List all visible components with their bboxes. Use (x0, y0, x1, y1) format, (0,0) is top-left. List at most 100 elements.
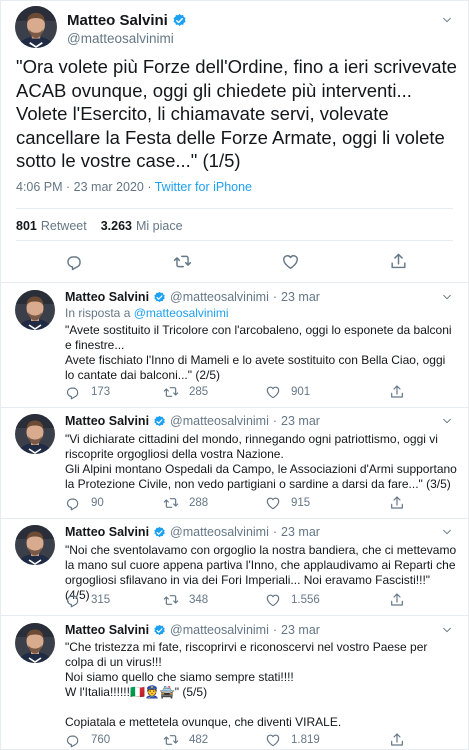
like-icon (265, 495, 281, 511)
separator-dot: · (272, 525, 278, 539)
reply-tweet[interactable]: Matteo Salvini @matteosalvinimi · 23 mar… (1, 621, 468, 750)
avatar-image (15, 525, 55, 565)
author-handle[interactable]: @matteosalvinimi (170, 623, 269, 637)
chevron-down-icon[interactable] (442, 527, 452, 537)
tweet-date[interactable]: 23 mar (281, 414, 320, 428)
reply-actions: 760 482 1.819 (65, 732, 445, 748)
reply-header: Matteo Salvini @matteosalvinimi · 23 mar (65, 525, 320, 539)
reply-count: 315 (91, 594, 111, 606)
author-handle[interactable]: @matteosalvinimi (170, 525, 269, 539)
tweet-source-link[interactable]: Twitter for iPhone (155, 180, 252, 194)
like-count: 1.819 (291, 734, 320, 746)
like-button[interactable]: 901 (265, 384, 310, 400)
tweet-text: "Ora volete più Forze dell'Ordine, fino … (16, 56, 457, 171)
retweet-button[interactable]: 285 (163, 384, 208, 400)
author-handle[interactable]: @matteosalvinimi (170, 290, 269, 304)
retweet-button[interactable]: 288 (163, 495, 208, 511)
retweets-count: 801 (16, 219, 37, 233)
like-icon (265, 384, 281, 400)
tweet-stats: 801 Retweet 3.263 Mi piace (16, 219, 183, 233)
share-button[interactable] (389, 384, 405, 400)
like-count: 1.556 (291, 594, 320, 606)
main-tweet: Matteo Salvini @matteosalvinimi "Ora vol… (1, 1, 468, 281)
reply-actions: 315 348 1.556 (65, 592, 445, 608)
tweet-thread: Matteo Salvini @matteosalvinimi "Ora vol… (0, 0, 469, 750)
reply-tweet[interactable]: Matteo Salvini @matteosalvinimi · 23 mar… (1, 288, 468, 410)
avatar[interactable] (15, 6, 57, 48)
tweet-time[interactable]: 4:06 PM · 23 mar 2020 · (16, 180, 155, 194)
verified-badge-icon (153, 291, 166, 304)
main-tweet-actions (1, 252, 468, 272)
reply-icon[interactable] (65, 252, 84, 271)
separator-dot: · (272, 623, 278, 637)
avatar[interactable] (15, 525, 55, 565)
share-icon[interactable] (389, 252, 408, 271)
retweet-icon[interactable] (173, 252, 192, 271)
author-name[interactable]: Matteo Salvini (65, 525, 149, 539)
divider (16, 208, 453, 209)
retweets-stat[interactable]: 801 Retweet (16, 219, 87, 233)
avatar[interactable] (15, 623, 55, 663)
reply-count: 173 (91, 386, 111, 398)
reply-button[interactable]: 760 (65, 732, 110, 748)
tweet-date[interactable]: 23 mar (281, 623, 320, 637)
reply-tweet[interactable]: Matteo Salvini @matteosalvinimi · 23 mar… (1, 523, 468, 615)
reply-icon (65, 384, 81, 400)
avatar[interactable] (15, 414, 55, 454)
tweet-text: "Che tristezza mi fate, riscoprirvi e ri… (65, 640, 428, 729)
reply-actions: 90 288 915 (65, 495, 445, 511)
retweets-label: Retweet (40, 219, 87, 233)
share-button[interactable] (389, 732, 405, 748)
share-icon (389, 384, 405, 400)
like-button[interactable]: 915 (265, 495, 310, 511)
divider (1, 282, 468, 283)
share-button[interactable] (389, 495, 405, 511)
like-icon[interactable] (281, 252, 300, 271)
like-button[interactable]: 1.556 (265, 592, 320, 608)
reply-count: 760 (91, 734, 111, 746)
author-name[interactable]: Matteo Salvini (67, 12, 168, 29)
author-name[interactable]: Matteo Salvini (65, 623, 149, 637)
divider (1, 518, 468, 519)
divider (1, 407, 468, 408)
author-handle[interactable]: @matteosalvinimi (67, 31, 174, 46)
chevron-down-icon[interactable] (442, 15, 452, 25)
chevron-down-icon[interactable] (442, 625, 452, 635)
avatar[interactable] (15, 290, 55, 330)
share-button[interactable] (389, 592, 405, 608)
retweet-icon (163, 384, 179, 400)
chevron-down-icon[interactable] (442, 416, 452, 426)
retweet-button[interactable]: 482 (163, 732, 208, 748)
reply-button[interactable]: 315 (65, 592, 110, 608)
reply-header: Matteo Salvini @matteosalvinimi · 23 mar (65, 414, 320, 428)
share-icon (389, 495, 405, 511)
tweet-date[interactable]: 23 mar (281, 525, 320, 539)
separator-dot: · (272, 414, 278, 428)
likes-count: 3.263 (100, 219, 132, 233)
divider (16, 240, 453, 241)
like-icon (265, 592, 281, 608)
author-name[interactable]: Matteo Salvini (65, 414, 149, 428)
tweet-date[interactable]: 23 mar (281, 290, 320, 304)
likes-stat[interactable]: 3.263 Mi piace (101, 219, 183, 233)
retweet-count: 348 (189, 594, 209, 606)
reply-icon (65, 495, 81, 511)
author-handle[interactable]: @matteosalvinimi (170, 414, 269, 428)
retweet-icon (163, 592, 179, 608)
separator-dot: · (272, 290, 278, 304)
chevron-down-icon[interactable] (442, 292, 452, 302)
share-icon (389, 732, 405, 748)
reply-button[interactable]: 173 (65, 384, 110, 400)
like-button[interactable]: 1.819 (265, 732, 320, 748)
reply-icon (65, 732, 81, 748)
like-count: 901 (291, 386, 311, 398)
reply-tweet[interactable]: Matteo Salvini @matteosalvinimi · 23 mar… (1, 412, 468, 517)
author-name[interactable]: Matteo Salvini (65, 290, 149, 304)
reply-button[interactable]: 90 (65, 495, 104, 511)
reply-icon (65, 592, 81, 608)
like-icon (265, 732, 281, 748)
in-reply-handle-link[interactable]: @matteosalvinimi (134, 306, 229, 320)
retweet-button[interactable]: 348 (163, 592, 208, 608)
retweet-icon (163, 732, 179, 748)
avatar-image (15, 623, 55, 663)
